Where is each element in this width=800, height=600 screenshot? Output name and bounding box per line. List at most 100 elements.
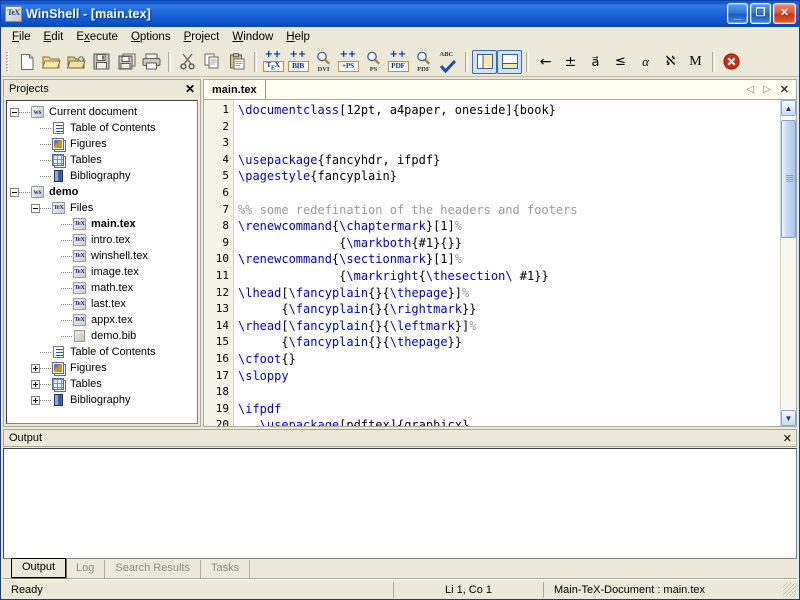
code-line[interactable]: \renewcommand{\sectionmark}[1]% — [238, 251, 780, 268]
menu-project[interactable]: Project — [178, 29, 227, 45]
tree-item-files[interactable]: Files — [10, 200, 197, 216]
tree-item-table-of-contents[interactable]: Table of Contents — [10, 120, 197, 136]
code-line[interactable] — [238, 119, 780, 136]
tree-item-tables[interactable]: Tables — [10, 152, 197, 168]
tree-item-demo-bib[interactable]: demo.bib — [10, 328, 197, 344]
code-line[interactable]: \sloppy — [238, 368, 780, 385]
code-line[interactable]: \cfoot{} — [238, 351, 780, 368]
tree-item-last-tex[interactable]: last.tex — [10, 296, 197, 312]
tree-item-figures[interactable]: Figures — [10, 360, 197, 376]
output-tab-tasks[interactable]: Tasks — [201, 560, 251, 578]
scroll-thumb[interactable] — [781, 120, 796, 238]
tree-item-image-tex[interactable]: image.tex — [10, 264, 197, 280]
tree-item-tables[interactable]: Tables — [10, 376, 197, 392]
code-line[interactable]: \lhead[\fancyplain{}{\thepage}]% — [238, 285, 780, 302]
tree-item-appx-tex[interactable]: appx.tex — [10, 312, 197, 328]
save-button[interactable] — [89, 50, 114, 74]
tab-close-icon[interactable]: ✕ — [780, 83, 789, 96]
pdf-make-button[interactable]: ++ PDF — [386, 49, 411, 74]
tree-item-current-document[interactable]: Current document — [10, 104, 197, 120]
code-line[interactable]: \ifpdf — [238, 401, 780, 418]
scroll-track[interactable] — [781, 116, 796, 410]
code-text[interactable]: \documentclass[12pt, a4paper, oneside]{b… — [234, 100, 780, 426]
menu-edit[interactable]: Edit — [38, 29, 71, 45]
collapse-icon[interactable] — [31, 203, 40, 213]
output-text-area[interactable] — [3, 448, 797, 559]
tree-item-math-tex[interactable]: math.tex — [10, 280, 197, 296]
tab-prev-icon[interactable]: ◁ — [746, 84, 754, 95]
arrow-symbol-button[interactable]: ← — [533, 50, 558, 74]
tree-item-winshell-tex[interactable]: winshell.tex — [10, 248, 197, 264]
code-line[interactable]: {\fancyplain{}{\thepage}} — [238, 334, 780, 351]
bibtex-button[interactable]: ++ BIB — [286, 49, 311, 74]
print-button[interactable] — [139, 50, 164, 74]
collapse-icon[interactable] — [10, 187, 19, 197]
restore-button[interactable]: ❒ — [750, 3, 771, 24]
tree-item-bibliography[interactable]: Bibliography — [10, 168, 197, 184]
dvi-to-ps-button[interactable]: ++ +PS — [336, 49, 361, 74]
resize-grip[interactable] — [783, 582, 797, 597]
code-line[interactable]: %% some redefination of the headers and … — [238, 202, 780, 219]
expand-icon[interactable] — [31, 395, 40, 405]
code-line[interactable]: {\fancyplain{}{\rightmark}} — [238, 301, 780, 318]
toggle-output-panel-button[interactable] — [497, 49, 522, 74]
lessequal-symbol-button[interactable]: ≤ — [608, 50, 633, 74]
code-line[interactable]: \usepackage{fancyhdr, ifpdf} — [238, 152, 780, 169]
menu-file[interactable]: File — [6, 29, 38, 45]
collapse-icon[interactable] — [10, 107, 19, 117]
paste-button[interactable] — [225, 50, 250, 74]
expand-icon[interactable] — [31, 363, 40, 373]
tree-item-bibliography[interactable]: Bibliography — [10, 392, 197, 408]
spellcheck-button[interactable]: ABC — [436, 50, 461, 74]
code-line[interactable] — [238, 185, 780, 202]
minimize-button[interactable]: _ — [727, 3, 748, 24]
stop-button[interactable] — [719, 50, 744, 74]
open-project-button[interactable] — [64, 50, 89, 74]
output-panel-close-icon[interactable]: ✕ — [783, 432, 792, 445]
toolbar-grip[interactable] — [4, 50, 11, 73]
code-line[interactable]: \documentclass[12pt, a4paper, oneside]{b… — [238, 102, 780, 119]
expand-icon[interactable] — [31, 379, 40, 389]
code-line[interactable]: \rhead[\fancyplain{}{\leftmark}]% — [238, 318, 780, 335]
editor-vertical-scrollbar[interactable]: ▲ ▼ — [780, 100, 796, 426]
output-tab-log[interactable]: Log — [66, 560, 106, 578]
code-line[interactable] — [238, 384, 780, 401]
toggle-project-panel-button[interactable] — [472, 49, 497, 74]
tree-item-figures[interactable]: Figures — [10, 136, 197, 152]
project-tree[interactable]: Current document Table of Contents Figures… — [6, 100, 198, 424]
output-tab-output[interactable]: Output — [11, 558, 67, 578]
code-line[interactable]: \renewcommand{\chaptermark}[1]% — [238, 218, 780, 235]
close-button[interactable]: ✕ — [773, 3, 796, 24]
menu-window[interactable]: Window — [226, 29, 280, 45]
tree-item-intro-tex[interactable]: intro.tex — [10, 232, 197, 248]
output-tab-search-results[interactable]: Search Results — [105, 560, 201, 578]
scroll-down-button[interactable]: ▼ — [781, 410, 796, 426]
code-line[interactable]: \usepackage[pdftex]{graphicx} — [238, 417, 780, 426]
tree-item-demo[interactable]: demo — [10, 184, 197, 200]
cut-button[interactable] — [175, 50, 200, 74]
open-file-button[interactable] — [39, 50, 64, 74]
plusminus-symbol-button[interactable]: ± — [558, 50, 583, 74]
tree-item-main-tex[interactable]: main.tex — [10, 216, 197, 232]
copy-button[interactable] — [200, 50, 225, 74]
editor-tab-main-tex[interactable]: main.tex — [204, 80, 266, 99]
pdf-view-button[interactable]: PDF — [411, 50, 436, 74]
tab-next-icon[interactable]: ▷ — [763, 84, 771, 95]
ps-view-button[interactable]: PS — [361, 50, 386, 74]
tree-item-table-of-contents[interactable]: Table of Contents — [10, 344, 197, 360]
projects-panel-close-icon[interactable]: ✕ — [183, 83, 197, 95]
dvi-view-button[interactable]: DVI — [311, 50, 336, 74]
aleph-symbol-button[interactable]: ℵ — [658, 50, 683, 74]
code-line[interactable]: {\markright{\thesection\ #1}} — [238, 268, 780, 285]
latex-button[interactable]: ++ TEX — [261, 49, 286, 74]
menu-execute[interactable]: Execute — [70, 29, 125, 45]
menu-help[interactable]: Help — [280, 29, 317, 45]
scroll-up-button[interactable]: ▲ — [781, 100, 796, 116]
code-line[interactable]: {\markboth{#1}{}} — [238, 235, 780, 252]
code-line[interactable]: \pagestyle{fancyplain} — [238, 168, 780, 185]
menu-options[interactable]: Options — [125, 29, 178, 45]
vector-symbol-button[interactable]: a⃗ — [583, 50, 608, 74]
alpha-symbol-button[interactable]: α — [633, 50, 658, 74]
save-all-button[interactable] — [114, 50, 139, 74]
new-file-button[interactable] — [14, 50, 39, 74]
